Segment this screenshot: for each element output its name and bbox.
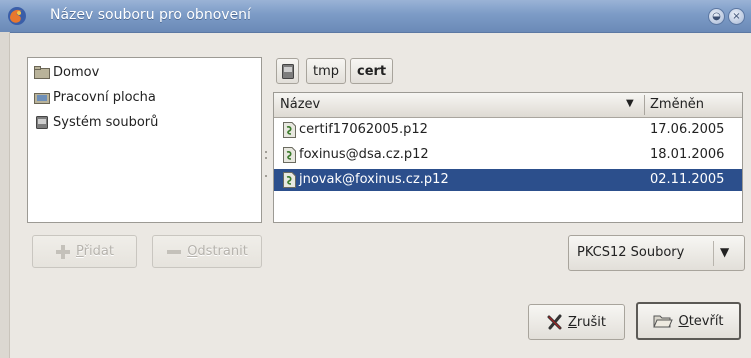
minimize-button[interactable]: ◒ [708,8,725,25]
column-divider[interactable] [644,95,645,115]
certificate-file-icon [283,122,296,138]
file-list-header: Název ▼ Změněn [274,93,742,118]
path-segment-tmp[interactable]: tmp [306,58,347,84]
file-list: Název ▼ Změněn certif17062005.p12 17.06.… [273,92,743,223]
chevron-down-icon: ▼ [720,245,730,259]
pane-resize-handle[interactable] [264,144,268,184]
path-segment-cert[interactable]: cert [350,58,394,84]
file-type-filter-select[interactable]: PKCS12 Soubory ▼ [568,235,745,271]
certificate-file-icon [283,147,296,163]
open-folder-icon [653,315,674,328]
filter-selected-value: PKCS12 Soubory [577,245,685,260]
drive-icon [281,63,294,79]
file-modified: 17.06.2005 [650,122,725,137]
close-button[interactable]: × [728,8,745,25]
sort-arrow-icon[interactable]: ▼ [626,98,634,109]
add-bookmark-button[interactable]: Přidat [32,235,137,268]
places-item-home[interactable]: Domov [34,62,99,82]
drive-icon [36,115,48,129]
file-row[interactable]: certif17062005.p12 17.06.2005 [274,119,742,141]
open-mnemonic: O [678,313,689,329]
places-sidebar: Domov Pracovní plocha Systém souborů [27,57,262,223]
certificate-file-icon [283,172,296,188]
window-frame [0,32,10,358]
places-item-desktop[interactable]: Pracovní plocha [34,87,156,107]
column-header-name[interactable]: Název [280,97,320,112]
cancel-x-icon [547,314,562,330]
file-row-selected[interactable]: jnovak@foxinus.cz.p12 02.11.2005 [274,169,742,191]
filter-divider [713,241,714,266]
firefox-icon [8,7,26,25]
title-bar: Název souboru pro obnovení ◒ × [0,0,751,33]
remove-label: dstranit [197,244,248,259]
places-item-label: Systém souborů [53,114,159,130]
file-modified: 18.01.2006 [650,147,725,162]
minus-icon [167,249,182,254]
file-name: jnovak@foxinus.cz.p12 [299,172,449,187]
window-title: Název souboru pro obnovení [50,7,251,23]
file-modified: 02.11.2005 [650,172,725,187]
plus-icon [56,244,71,259]
places-item-filesystem[interactable]: Systém souborů [34,112,158,132]
column-header-modified[interactable]: Změněn [650,97,704,112]
cancel-button[interactable]: Zrušit [528,304,625,340]
open-button[interactable]: Otevřít [636,302,741,340]
open-label: tevřít [688,313,724,329]
remove-bookmark-button[interactable]: Odstranit [152,235,262,268]
add-label: řidat [83,244,114,259]
places-item-label: Pracovní plocha [53,89,156,105]
file-name: foxinus@dsa.cz.p12 [299,147,429,162]
cancel-label: rušit [576,314,606,330]
file-name: certif17062005.p12 [299,122,428,137]
remove-mnemonic: O [187,244,198,259]
path-root-button[interactable] [276,58,299,84]
desktop-icon [34,92,50,104]
home-folder-icon [34,65,50,79]
add-mnemonic: P [76,244,84,259]
file-row[interactable]: foxinus@dsa.cz.p12 18.01.2006 [274,144,742,166]
places-item-label: Domov [53,64,100,80]
cancel-mnemonic: Z [568,314,577,330]
